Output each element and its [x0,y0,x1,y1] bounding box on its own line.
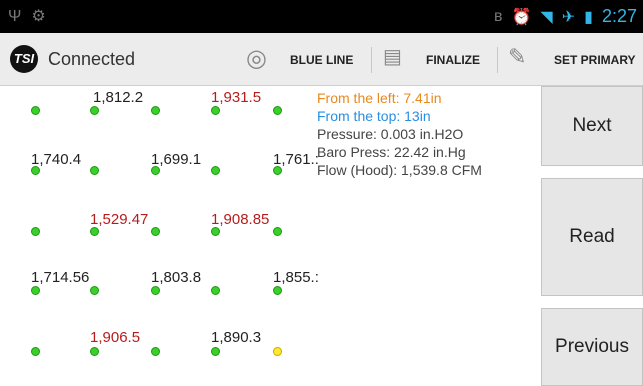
flow-label: Flow (Hood): 1,539.8 CFM [317,162,482,178]
usb-icon: Ψ [8,8,22,25]
reading-value: 1,812.2 [93,89,144,106]
reading-value: 1,699.1 [151,151,202,168]
reading-value: 1,761.: [273,151,319,168]
reading-value: 1,529.47 [90,211,149,228]
measurement-point[interactable] [151,347,160,356]
read-button[interactable]: Read [541,178,643,296]
measurement-point[interactable] [90,227,99,236]
battery-icon: ▮ [584,8,593,26]
measurement-point[interactable] [211,286,220,295]
bluetooth-icon: ʙ [494,7,503,25]
measurement-point[interactable] [90,347,99,356]
reading-value: 1,906.5 [90,329,141,346]
measurement-grid: 1,812.2 1,931.5 1,740.4 1,699.1 1,761.: … [0,85,320,386]
measurement-point[interactable] [273,227,282,236]
android-debug-icon: ⚙ [31,8,46,25]
reading-value: 1,855.: [273,269,319,286]
measurement-point[interactable] [31,227,40,236]
finalize-button[interactable]: FINALIZE [426,53,480,67]
measurement-point[interactable] [31,106,40,115]
measurement-point[interactable] [151,227,160,236]
measurement-point[interactable] [211,166,220,175]
airplane-mode-icon: ✈ [561,8,576,26]
measurement-point[interactable] [90,106,99,115]
status-bar: Ψ ⚙ ʙ ⏰ ◥ ✈ ▮ 2:27 [0,0,643,33]
alarm-icon: ⏰ [511,8,532,26]
measurement-point[interactable] [151,106,160,115]
document-icon[interactable]: ▤ [383,44,402,69]
measurement-point-active[interactable] [273,347,282,356]
pencil-icon[interactable]: ✎ [508,44,526,70]
measurement-point[interactable] [211,347,220,356]
reading-value: 1,803.8 [151,269,202,286]
measurement-info: From the left: 7.41in From the top: 13in… [317,89,482,179]
measurement-point[interactable] [31,347,40,356]
measurement-point[interactable] [151,286,160,295]
measurement-point[interactable] [211,227,220,236]
measurement-point[interactable] [31,286,40,295]
previous-button[interactable]: Previous [541,308,643,386]
tsi-logo: TSI [10,45,38,73]
notification-icons: Ψ ⚙ [8,6,56,26]
from-top-label: From the top: 13in [317,108,431,124]
reading-value: 1,714.56 [31,269,90,286]
reading-value: 1,740.4 [31,151,82,168]
action-bar: TSI Connected ◎ BLUE LINE ▤ FINALIZE ✎ S… [0,33,643,86]
measurement-point[interactable] [273,286,282,295]
next-button[interactable]: Next [541,86,643,166]
reading-value: 1,908.85 [211,211,270,228]
pressure-label: Pressure: 0.003 in.H2O [317,126,464,142]
measurement-point[interactable] [90,286,99,295]
blue-line-button[interactable]: BLUE LINE [290,53,353,67]
wifi-icon: ◥ [540,8,553,26]
target-icon[interactable]: ◎ [246,44,267,73]
system-icons: ʙ ⏰ ◥ ✈ ▮ 2:27 [494,6,637,27]
baro-press-label: Baro Press: 22.42 in.Hg [317,144,466,160]
set-primary-button[interactable]: SET PRIMARY [554,53,636,67]
from-left-label: From the left: 7.41in [317,90,442,106]
measurement-point[interactable] [211,106,220,115]
measurement-point[interactable] [273,106,282,115]
measurement-point[interactable] [90,166,99,175]
action-divider [371,47,372,73]
clock: 2:27 [601,6,637,26]
reading-value: 1,931.5 [211,89,262,106]
reading-value: 1,890.3 [211,329,262,346]
connection-status: Connected [48,49,136,69]
action-divider [497,47,498,73]
